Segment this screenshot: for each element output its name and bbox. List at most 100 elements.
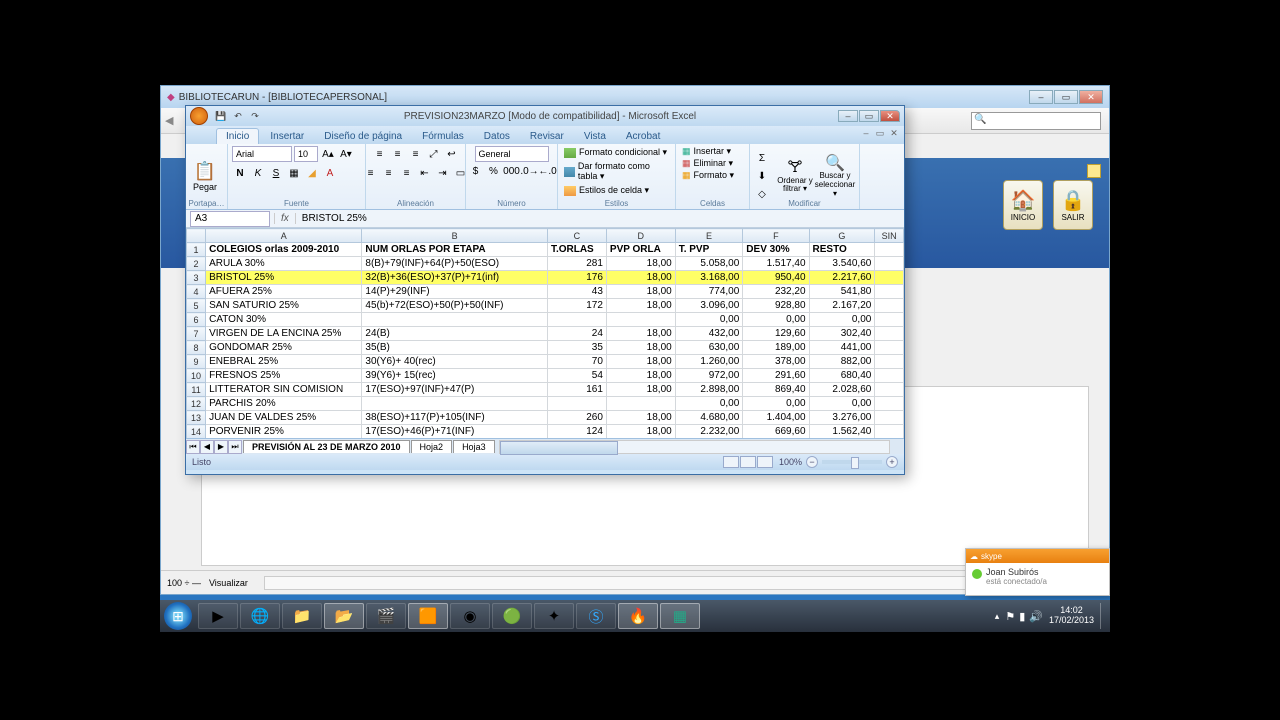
- grid-cell[interactable]: 441,00: [809, 341, 875, 355]
- shrink-font-icon[interactable]: A▾: [338, 146, 354, 162]
- grid-cell[interactable]: 0,00: [743, 397, 809, 411]
- grid-cell[interactable]: 18,00: [606, 299, 675, 313]
- ribbon-tab-revisar[interactable]: Revisar: [521, 129, 573, 144]
- grid-cell[interactable]: [547, 313, 606, 327]
- excel-maximize-button[interactable]: ▭: [859, 110, 879, 122]
- aa-badge[interactable]: [1087, 164, 1101, 178]
- font-selector[interactable]: Arial: [232, 146, 292, 162]
- column-header[interactable]: SIN: [875, 229, 904, 243]
- grid-cell[interactable]: 18,00: [606, 355, 675, 369]
- grid-cell[interactable]: 30(Y6)+ 40(rec): [362, 355, 548, 369]
- layout-view-button[interactable]: [740, 456, 756, 468]
- name-box[interactable]: A3: [190, 211, 270, 227]
- grid-cell[interactable]: [606, 313, 675, 327]
- header-cell[interactable]: RESTO: [809, 243, 875, 257]
- underline-button[interactable]: S: [268, 165, 284, 181]
- column-header[interactable]: F: [743, 229, 809, 243]
- taskbar-media-player[interactable]: ▶: [198, 603, 238, 629]
- grid-cell[interactable]: [362, 397, 548, 411]
- grow-font-icon[interactable]: A▴: [320, 146, 336, 162]
- header-cell[interactable]: PVP ORLA: [606, 243, 675, 257]
- start-button[interactable]: ⊞: [164, 602, 192, 630]
- grid-cell[interactable]: 70: [547, 355, 606, 369]
- grid-cell[interactable]: 2.898,00: [675, 383, 743, 397]
- grid-cell[interactable]: 18,00: [606, 285, 675, 299]
- delete-cells-button[interactable]: ▦Eliminar ▾: [680, 158, 735, 169]
- grid-cell[interactable]: 680,40: [809, 369, 875, 383]
- inc-decimal[interactable]: .0→: [522, 163, 538, 179]
- grid-cell[interactable]: 928,80: [743, 299, 809, 313]
- next-sheet-button[interactable]: ▶: [214, 440, 228, 454]
- grid-cell[interactable]: 2.028,60: [809, 383, 875, 397]
- size-selector[interactable]: 10: [294, 146, 318, 162]
- align-center[interactable]: ≡: [381, 165, 397, 181]
- workbook-minimize[interactable]: –: [860, 127, 872, 139]
- row-header[interactable]: 4: [187, 285, 206, 299]
- row-header[interactable]: 3: [187, 271, 206, 285]
- header-cell[interactable]: NUM ORLAS POR ETAPA: [362, 243, 548, 257]
- grid-cell[interactable]: 17(ESO)+97(INF)+47(P): [362, 383, 548, 397]
- grid-cell[interactable]: 18,00: [606, 369, 675, 383]
- ribbon-tab-diseño-de-página[interactable]: Diseño de página: [315, 129, 411, 144]
- column-header[interactable]: E: [675, 229, 743, 243]
- align-right[interactable]: ≡: [399, 165, 415, 181]
- grid-cell[interactable]: SAN SATURIO 25%: [206, 299, 362, 313]
- currency-button[interactable]: $: [468, 163, 484, 179]
- row-header[interactable]: 7: [187, 327, 206, 341]
- orientation[interactable]: ⤢: [426, 146, 442, 162]
- italic-button[interactable]: K: [250, 165, 266, 181]
- normal-view-button[interactable]: [723, 456, 739, 468]
- grid-cell[interactable]: [547, 397, 606, 411]
- grid-cell[interactable]: 5.058,00: [675, 257, 743, 271]
- align-bottom[interactable]: ≡: [408, 146, 424, 162]
- conditional-format-button[interactable]: Formato condicional ▾: [562, 146, 669, 159]
- sort-filter-button[interactable]: 🝖 Ordenar y filtrar ▾: [776, 159, 814, 194]
- maximize-button[interactable]: ▭: [1054, 90, 1078, 104]
- autosum-button[interactable]: Σ: [754, 151, 770, 167]
- find-select-button[interactable]: 🔍 Buscar y seleccionar ▾: [816, 155, 854, 199]
- sheet-tab[interactable]: PREVISIÓN AL 23 DE MARZO 2010: [243, 440, 410, 453]
- grid-cell[interactable]: 18,00: [606, 327, 675, 341]
- grid-cell[interactable]: 24(B): [362, 327, 548, 341]
- taskbar-video[interactable]: ◉: [450, 603, 490, 629]
- comma-button[interactable]: 000: [504, 163, 520, 179]
- grid-cell[interactable]: 189,00: [743, 341, 809, 355]
- grid-cell[interactable]: 0,00: [675, 313, 743, 327]
- table-format-button[interactable]: Dar formato como tabla ▾: [562, 160, 671, 183]
- grid-cell[interactable]: 43: [547, 285, 606, 299]
- header-cell[interactable]: T.ORLAS: [547, 243, 606, 257]
- grid-cell[interactable]: 172: [547, 299, 606, 313]
- row-header[interactable]: 11: [187, 383, 206, 397]
- dec-decimal[interactable]: ←.0: [540, 163, 556, 179]
- grid-cell[interactable]: 14(P)+29(INF): [362, 285, 548, 299]
- grid-cell[interactable]: 541,80: [809, 285, 875, 299]
- wrap-text[interactable]: ↩: [444, 146, 460, 162]
- zoom-slider[interactable]: [822, 460, 882, 464]
- excel-minimize-button[interactable]: –: [838, 110, 858, 122]
- grid-cell[interactable]: PARCHIS 20%: [206, 397, 362, 411]
- taskbar-skype[interactable]: Ⓢ: [576, 603, 616, 629]
- minimize-button[interactable]: –: [1029, 90, 1053, 104]
- zoom-in-button[interactable]: +: [886, 456, 898, 468]
- taskbar-movies[interactable]: 🎬: [366, 603, 406, 629]
- grid-cell[interactable]: 232,20: [743, 285, 809, 299]
- header-cell[interactable]: COLEGIOS orlas 2009-2010: [206, 243, 362, 257]
- office-button[interactable]: [190, 107, 208, 125]
- grid-cell[interactable]: 2.217,60: [809, 271, 875, 285]
- horizontal-scrollbar[interactable]: [499, 440, 890, 454]
- skype-notification[interactable]: ☁ skype Joan Subirós está conectado/a: [965, 548, 1110, 596]
- grid-cell[interactable]: LITTERATOR SIN COMISION: [206, 383, 362, 397]
- redo-icon[interactable]: ↷: [248, 109, 262, 123]
- grid-cell[interactable]: 18,00: [606, 383, 675, 397]
- fill-color-button[interactable]: ◢: [304, 165, 320, 181]
- ribbon-tab-insertar[interactable]: Insertar: [261, 129, 313, 144]
- ribbon-tab-fórmulas[interactable]: Fórmulas: [413, 129, 473, 144]
- number-format-selector[interactable]: General: [475, 146, 549, 162]
- percent-button[interactable]: %: [486, 163, 502, 179]
- grid-cell[interactable]: VIRGEN DE LA ENCINA 25%: [206, 327, 362, 341]
- row-header[interactable]: 1: [187, 243, 206, 257]
- column-header[interactable]: D: [606, 229, 675, 243]
- zoom-level[interactable]: 100%: [779, 457, 802, 467]
- row-header[interactable]: 5: [187, 299, 206, 313]
- grid-cell[interactable]: 45(b)+72(ESO)+50(P)+50(INF): [362, 299, 548, 313]
